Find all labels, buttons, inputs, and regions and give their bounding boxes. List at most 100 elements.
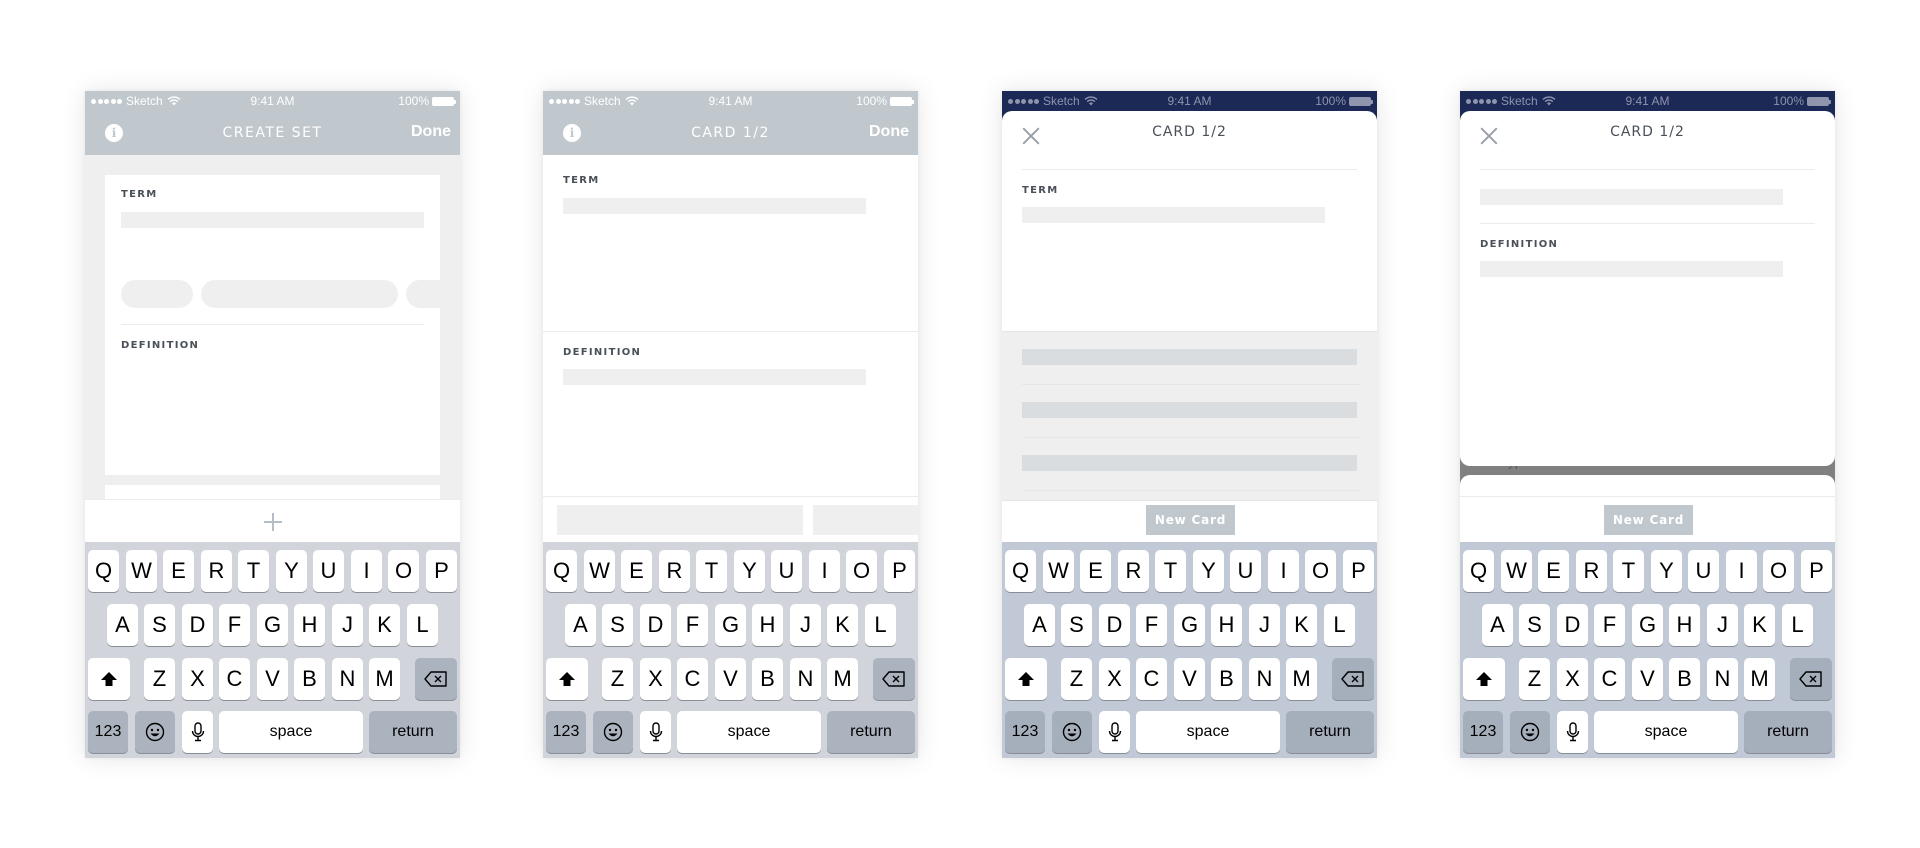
suggestion-row[interactable] xyxy=(1022,455,1357,471)
key-x[interactable]: X xyxy=(1557,658,1588,700)
dictation-key[interactable] xyxy=(182,711,213,753)
key-z[interactable]: Z xyxy=(602,658,633,700)
key-h[interactable]: H xyxy=(1211,604,1242,646)
key-s[interactable]: S xyxy=(1519,604,1550,646)
key-o[interactable]: O xyxy=(1763,550,1794,592)
space-key[interactable]: space xyxy=(219,711,363,753)
key-n[interactable]: N xyxy=(790,658,821,700)
key-k[interactable]: K xyxy=(369,604,400,646)
key-o[interactable]: O xyxy=(846,550,877,592)
key-u[interactable]: U xyxy=(771,550,802,592)
key-o[interactable]: O xyxy=(388,550,419,592)
key-k[interactable]: K xyxy=(1744,604,1775,646)
dictation-key[interactable] xyxy=(640,711,671,753)
key-a[interactable]: A xyxy=(1024,604,1055,646)
key-m[interactable]: M xyxy=(369,658,400,700)
key-v[interactable]: V xyxy=(257,658,288,700)
dictation-key[interactable] xyxy=(1557,711,1588,753)
key-q[interactable]: Q xyxy=(1463,550,1494,592)
key-d[interactable]: D xyxy=(1557,604,1588,646)
key-m[interactable]: M xyxy=(827,658,858,700)
key-g[interactable]: G xyxy=(257,604,288,646)
space-key[interactable]: space xyxy=(677,711,821,753)
key-f[interactable]: F xyxy=(677,604,708,646)
key-a[interactable]: A xyxy=(107,604,138,646)
key-k[interactable]: K xyxy=(1286,604,1317,646)
key-j[interactable]: J xyxy=(1249,604,1280,646)
key-n[interactable]: N xyxy=(332,658,363,700)
emoji-key[interactable] xyxy=(593,711,633,753)
key-d[interactable]: D xyxy=(1099,604,1130,646)
key-u[interactable]: U xyxy=(313,550,344,592)
dictation-key[interactable] xyxy=(1099,711,1130,753)
return-key[interactable]: return xyxy=(1286,711,1374,753)
key-d[interactable]: D xyxy=(182,604,213,646)
key-r[interactable]: R xyxy=(1118,550,1149,592)
key-v[interactable]: V xyxy=(715,658,746,700)
definition-input[interactable] xyxy=(563,369,866,385)
key-b[interactable]: B xyxy=(1211,658,1242,700)
key-q[interactable]: Q xyxy=(546,550,577,592)
key-b[interactable]: B xyxy=(752,658,783,700)
key-z[interactable]: Z xyxy=(144,658,175,700)
definition-input[interactable] xyxy=(121,360,424,460)
key-x[interactable]: X xyxy=(1099,658,1130,700)
key-h[interactable]: H xyxy=(1669,604,1700,646)
key-e[interactable]: E xyxy=(163,550,194,592)
term-input[interactable] xyxy=(1480,189,1783,205)
term-input[interactable] xyxy=(121,212,424,228)
key-w[interactable]: W xyxy=(1501,550,1532,592)
key-p[interactable]: P xyxy=(1801,550,1832,592)
key-j[interactable]: J xyxy=(790,604,821,646)
new-card-button[interactable]: New Card xyxy=(1146,505,1235,535)
key-v[interactable]: V xyxy=(1174,658,1205,700)
key-m[interactable]: M xyxy=(1286,658,1317,700)
key-k[interactable]: K xyxy=(827,604,858,646)
key-b[interactable]: B xyxy=(294,658,325,700)
key-a[interactable]: A xyxy=(1482,604,1513,646)
key-o[interactable]: O xyxy=(1305,550,1336,592)
key-g[interactable]: G xyxy=(1174,604,1205,646)
key-l[interactable]: L xyxy=(1324,604,1355,646)
delete-key[interactable] xyxy=(1790,658,1832,700)
key-b[interactable]: B xyxy=(1669,658,1700,700)
key-n[interactable]: N xyxy=(1707,658,1738,700)
shift-key[interactable] xyxy=(88,658,130,700)
key-y[interactable]: Y xyxy=(1651,550,1682,592)
key-r[interactable]: R xyxy=(659,550,690,592)
key-y[interactable]: Y xyxy=(1193,550,1224,592)
info-icon[interactable]: i xyxy=(105,124,123,142)
key-r[interactable]: R xyxy=(201,550,232,592)
key-w[interactable]: W xyxy=(126,550,157,592)
key-h[interactable]: H xyxy=(752,604,783,646)
key-r[interactable]: R xyxy=(1576,550,1607,592)
key-d[interactable]: D xyxy=(640,604,671,646)
key-i[interactable]: I xyxy=(1268,550,1299,592)
key-g[interactable]: G xyxy=(715,604,746,646)
key-p[interactable]: P xyxy=(426,550,457,592)
return-key[interactable]: return xyxy=(369,711,457,753)
definition-input[interactable] xyxy=(1480,261,1783,277)
suggestion-row[interactable] xyxy=(1022,349,1357,365)
shift-key[interactable] xyxy=(1005,658,1047,700)
key-x[interactable]: X xyxy=(182,658,213,700)
key-g[interactable]: G xyxy=(1632,604,1663,646)
key-y[interactable]: Y xyxy=(276,550,307,592)
key-e[interactable]: E xyxy=(1538,550,1569,592)
suggestion-item[interactable] xyxy=(813,505,918,535)
key-t[interactable]: T xyxy=(1155,550,1186,592)
key-s[interactable]: S xyxy=(1061,604,1092,646)
key-f[interactable]: F xyxy=(219,604,250,646)
key-t[interactable]: T xyxy=(238,550,269,592)
key-f[interactable]: F xyxy=(1136,604,1167,646)
emoji-key[interactable] xyxy=(135,711,175,753)
key-y[interactable]: Y xyxy=(734,550,765,592)
key-f[interactable]: F xyxy=(1594,604,1625,646)
plus-icon[interactable] xyxy=(264,513,282,531)
key-c[interactable]: C xyxy=(1136,658,1167,700)
key-p[interactable]: P xyxy=(884,550,915,592)
key-i[interactable]: I xyxy=(1726,550,1757,592)
space-key[interactable]: space xyxy=(1594,711,1738,753)
delete-key[interactable] xyxy=(873,658,915,700)
key-n[interactable]: N xyxy=(1249,658,1280,700)
